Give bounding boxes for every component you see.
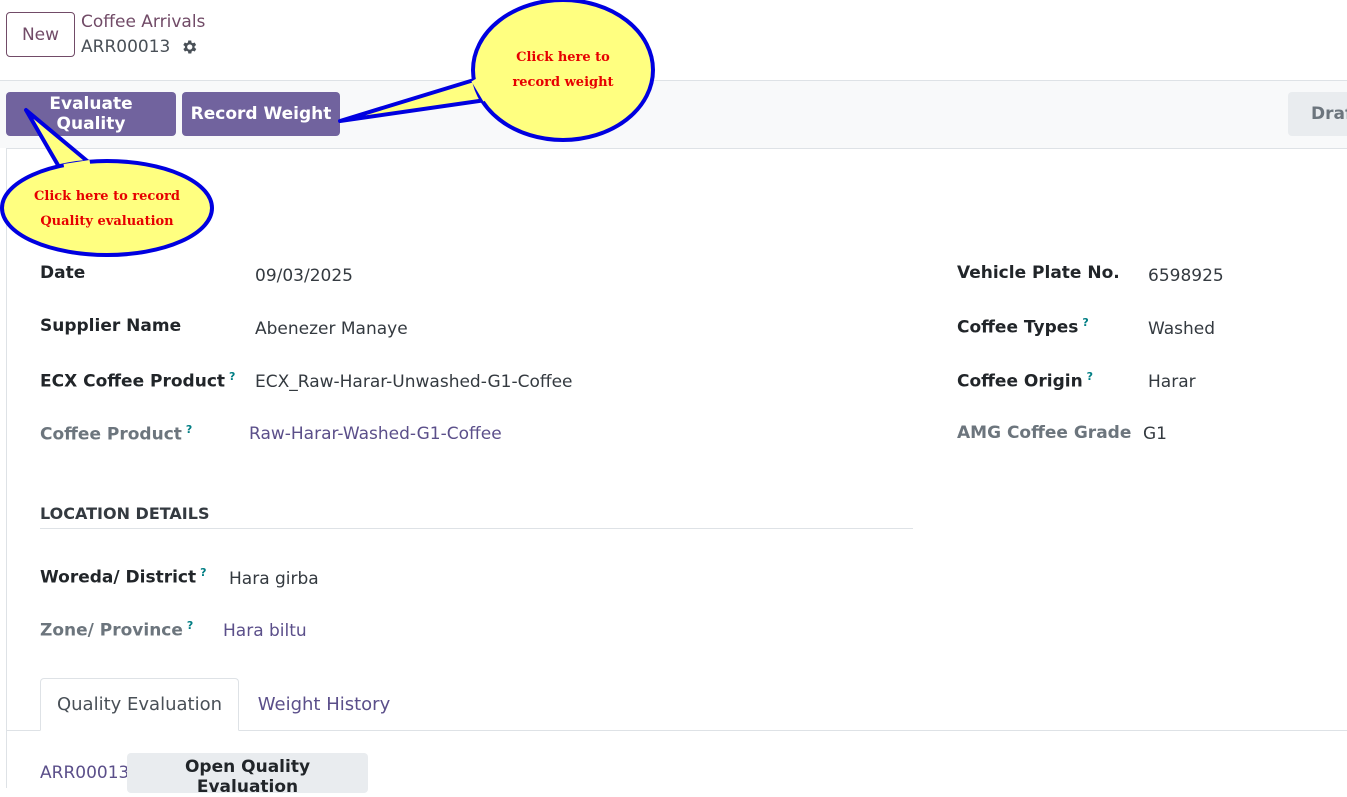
woreda-value[interactable]: Hara girba: [229, 569, 319, 589]
zone-value[interactable]: Hara biltu: [223, 621, 307, 641]
callout-weight-text: Click here to record weight: [512, 50, 614, 90]
section-divider: [40, 528, 913, 529]
help-icon[interactable]: ?: [1082, 316, 1088, 329]
supplier-value[interactable]: Abenezer Manaye: [255, 319, 408, 339]
open-quality-evaluation-button[interactable]: Open Quality Evaluation: [127, 753, 368, 797]
woreda-label: Woreda/ District?: [40, 566, 207, 588]
callout-quality-text: Click here to record Quality evaluation: [34, 189, 180, 229]
coffee-product-value[interactable]: Raw-Harar-Washed-G1-Coffee: [249, 424, 502, 444]
amg-grade-label: AMG Coffee Grade: [957, 423, 1132, 443]
record-weight-button[interactable]: Record Weight: [182, 92, 340, 136]
location-section-title: LOCATION DETAILS: [40, 504, 210, 523]
help-icon[interactable]: ?: [1087, 370, 1093, 383]
tab-quality-evaluation[interactable]: Quality Evaluation: [40, 678, 239, 731]
vehicle-plate-value[interactable]: 6598925: [1148, 266, 1224, 286]
breadcrumb-parent[interactable]: Coffee Arrivals: [81, 12, 205, 32]
ecx-product-value[interactable]: ECX_Raw-Harar-Unwashed-G1-Coffee: [255, 372, 573, 392]
help-icon[interactable]: ?: [229, 370, 235, 383]
help-icon[interactable]: ?: [200, 566, 206, 579]
help-icon[interactable]: ?: [186, 423, 192, 436]
new-button[interactable]: New: [6, 12, 75, 57]
tab-weight-history[interactable]: Weight History: [248, 678, 400, 731]
coffee-origin-value[interactable]: Harar: [1148, 372, 1196, 392]
gear-icon[interactable]: [180, 38, 198, 56]
status-draft[interactable]: Draft: [1288, 92, 1347, 136]
coffee-product-label: Coffee Product?: [40, 423, 193, 445]
amg-grade-value[interactable]: G1: [1143, 424, 1167, 444]
vehicle-plate-label: Vehicle Plate No.: [957, 263, 1120, 283]
breadcrumb-current: ARR00013: [81, 37, 198, 57]
evaluate-quality-button[interactable]: Evaluate Quality: [6, 92, 176, 136]
ecx-product-label: ECX Coffee Product?: [40, 370, 236, 392]
coffee-origin-label: Coffee Origin?: [957, 370, 1094, 392]
help-icon[interactable]: ?: [187, 619, 193, 632]
quality-record-link[interactable]: ARR00013: [40, 763, 129, 783]
coffee-types-value[interactable]: Washed: [1148, 319, 1215, 339]
record-reference: ARR00013: [81, 37, 171, 57]
coffee-types-label: Coffee Types?: [957, 316, 1089, 338]
control-panel: New Coffee Arrivals ARR00013: [0, 0, 1347, 81]
zone-label: Zone/ Province?: [40, 619, 194, 641]
date-label: Date: [40, 263, 86, 283]
date-value[interactable]: 09/03/2025: [255, 266, 353, 286]
supplier-label: Supplier Name: [40, 316, 182, 336]
status-bar: Evaluate Quality Record Weight Draft: [0, 81, 1347, 148]
